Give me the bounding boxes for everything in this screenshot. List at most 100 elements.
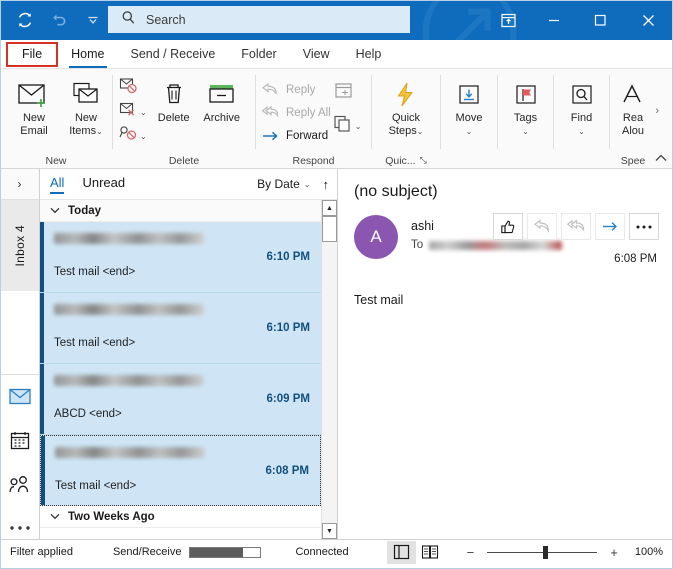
move-label: Move bbox=[455, 112, 483, 124]
main-area: › Inbox 4 All Unread By Date ⌄ ↑ Today T… bbox=[0, 169, 673, 539]
calendar-icon[interactable] bbox=[7, 429, 33, 451]
group-collapse-chevron-down-icon[interactable] bbox=[50, 511, 60, 523]
more-respond-button[interactable]: ⌄ bbox=[333, 115, 362, 138]
reply-all-icon bbox=[260, 106, 280, 120]
group-header-today[interactable]: Today bbox=[40, 200, 321, 222]
read-aloud-button[interactable]: Rea Alou bbox=[611, 74, 655, 138]
new-email-label-1: New bbox=[22, 112, 45, 124]
scroll-down-button[interactable]: ▼ bbox=[322, 523, 337, 539]
find-chevron-down-icon[interactable]: ⌄ bbox=[578, 125, 585, 138]
mail-icon[interactable] bbox=[7, 385, 33, 407]
minimize-icon[interactable] bbox=[531, 0, 577, 40]
reply-all-button[interactable]: Reply All bbox=[260, 103, 331, 123]
tab-folder[interactable]: Folder bbox=[228, 41, 289, 68]
undo-icon[interactable] bbox=[48, 9, 70, 31]
move-icon bbox=[456, 78, 482, 112]
clean-up-chevron-down-icon[interactable]: ⌄ bbox=[140, 108, 147, 117]
reading-view-button[interactable] bbox=[416, 541, 445, 564]
more-actions-button[interactable] bbox=[629, 213, 659, 240]
group-collapse-chevron-down-icon[interactable] bbox=[50, 205, 60, 217]
tab-help[interactable]: Help bbox=[343, 41, 395, 68]
tab-send-receive[interactable]: Send / Receive bbox=[118, 41, 229, 68]
tab-file[interactable]: File bbox=[6, 42, 59, 67]
zoom-out-button[interactable]: − bbox=[467, 545, 475, 560]
reply-all-button[interactable] bbox=[561, 213, 591, 240]
quick-steps-dialog-launcher-icon[interactable]: ⤡ bbox=[420, 155, 427, 166]
ribbon-collapse-chevron-up-icon[interactable] bbox=[654, 153, 668, 166]
new-items-button[interactable]: New Items⌄ bbox=[60, 74, 112, 138]
sort-chevron-down-icon: ⌄ bbox=[303, 179, 311, 189]
ribbon-group-speech: Rea Alou Spee bbox=[610, 69, 656, 168]
quick-steps-button[interactable]: Quick Steps⌄ bbox=[377, 74, 435, 138]
tags-label: Tags bbox=[513, 112, 538, 124]
expand-folder-pane-chevron-right-icon[interactable]: › bbox=[0, 169, 39, 199]
ribbon-group-quick-steps: Quick Steps⌄ Quic... ⤡ bbox=[372, 69, 440, 168]
message-subject: Test mail <end> bbox=[54, 266, 136, 278]
reply-label: Reply bbox=[286, 84, 316, 96]
new-items-chevron-down-icon[interactable]: ⌄ bbox=[96, 127, 103, 136]
junk-button[interactable]: ⌄ bbox=[119, 125, 147, 147]
sort-direction-arrow-up-icon[interactable]: ↑ bbox=[323, 177, 330, 192]
filter-all[interactable]: All bbox=[50, 175, 65, 194]
quick-steps-chevron-down-icon[interactable]: ⌄ bbox=[417, 127, 424, 136]
zoom-level[interactable]: 100% bbox=[635, 546, 663, 558]
meeting-icon[interactable] bbox=[333, 81, 362, 106]
tab-view[interactable]: View bbox=[290, 41, 343, 68]
delete-button[interactable]: Delete bbox=[151, 74, 197, 125]
ribbon-group-respond: Reply Reply All Forward ⌄ Respond bbox=[256, 69, 371, 168]
ribbon-display-options-icon[interactable] bbox=[485, 0, 531, 40]
search-box[interactable]: Search bbox=[108, 6, 410, 33]
read-aloud-label-2: Alou bbox=[621, 125, 645, 137]
tab-home[interactable]: Home bbox=[58, 41, 117, 68]
people-icon[interactable] bbox=[7, 473, 33, 495]
move-chevron-down-icon[interactable]: ⌄ bbox=[466, 125, 473, 138]
normal-view-button[interactable] bbox=[386, 540, 416, 564]
list-item[interactable]: ABCD <end> 6:09 PM bbox=[40, 364, 321, 435]
forward-button[interactable] bbox=[595, 213, 625, 240]
scroll-up-button[interactable]: ▲ bbox=[322, 200, 337, 216]
archive-icon bbox=[207, 78, 237, 112]
tags-button[interactable]: Tags ⌄ bbox=[500, 74, 552, 138]
ignore-button[interactable] bbox=[119, 77, 147, 99]
respond-buttons: Reply Reply All Forward bbox=[256, 74, 331, 146]
message-subject: Test mail <end> bbox=[55, 480, 137, 492]
junk-chevron-down-icon[interactable]: ⌄ bbox=[140, 132, 147, 141]
zoom-slider-thumb[interactable] bbox=[543, 545, 549, 559]
sort-by-dropdown[interactable]: By Date ⌄ bbox=[257, 177, 310, 191]
find-icon bbox=[569, 78, 595, 112]
status-bar: Filter applied Send/Receive Connected − … bbox=[0, 539, 673, 564]
send-receive-progress bbox=[189, 546, 262, 558]
send-receive-all-icon[interactable] bbox=[14, 9, 36, 31]
list-item[interactable]: Test mail <end> 6:10 PM bbox=[40, 222, 321, 293]
new-email-button[interactable]: New Email bbox=[8, 74, 60, 138]
inbox-folder-label[interactable]: Inbox 4 bbox=[0, 199, 39, 291]
tags-chevron-down-icon[interactable]: ⌄ bbox=[522, 125, 529, 138]
quick-steps-label-2: Steps⌄ bbox=[388, 125, 424, 137]
scroll-thumb[interactable] bbox=[322, 216, 337, 242]
search-input[interactable]: Search bbox=[146, 13, 186, 27]
view-buttons bbox=[386, 540, 445, 564]
maximize-icon[interactable] bbox=[577, 0, 623, 40]
like-button[interactable] bbox=[493, 213, 523, 240]
more-apps-icon[interactable] bbox=[7, 517, 33, 539]
archive-button[interactable]: Archive bbox=[197, 74, 247, 125]
zoom-in-button[interactable]: + bbox=[610, 545, 618, 560]
find-label: Find bbox=[570, 112, 593, 124]
reply-button[interactable]: Reply bbox=[260, 80, 331, 100]
message-list-scrollbar[interactable]: ▲ ▼ bbox=[321, 200, 337, 539]
find-button[interactable]: Find ⌄ bbox=[556, 74, 608, 138]
zoom-slider[interactable] bbox=[481, 540, 603, 565]
close-icon[interactable] bbox=[623, 0, 673, 40]
ribbon-overflow-chevron-right-icon[interactable]: › bbox=[655, 105, 659, 117]
list-item[interactable]: Test mail <end> 6:08 PM bbox=[40, 435, 321, 506]
forward-button[interactable]: Forward bbox=[260, 126, 331, 146]
reply-button[interactable] bbox=[527, 213, 557, 240]
filter-unread[interactable]: Unread bbox=[82, 175, 125, 194]
more-respond-chevron-down-icon[interactable]: ⌄ bbox=[355, 122, 362, 131]
customize-quick-access-toolbar-chevron-down-icon[interactable] bbox=[82, 9, 104, 31]
group-header-two-weeks-ago[interactable]: Two Weeks Ago bbox=[40, 506, 321, 528]
list-item[interactable]: Test mail <end> 6:10 PM bbox=[40, 293, 321, 364]
clean-up-button[interactable]: ⌄ bbox=[119, 101, 147, 123]
ribbon-group-move-label bbox=[441, 152, 497, 168]
move-button[interactable]: Move ⌄ bbox=[443, 74, 495, 138]
